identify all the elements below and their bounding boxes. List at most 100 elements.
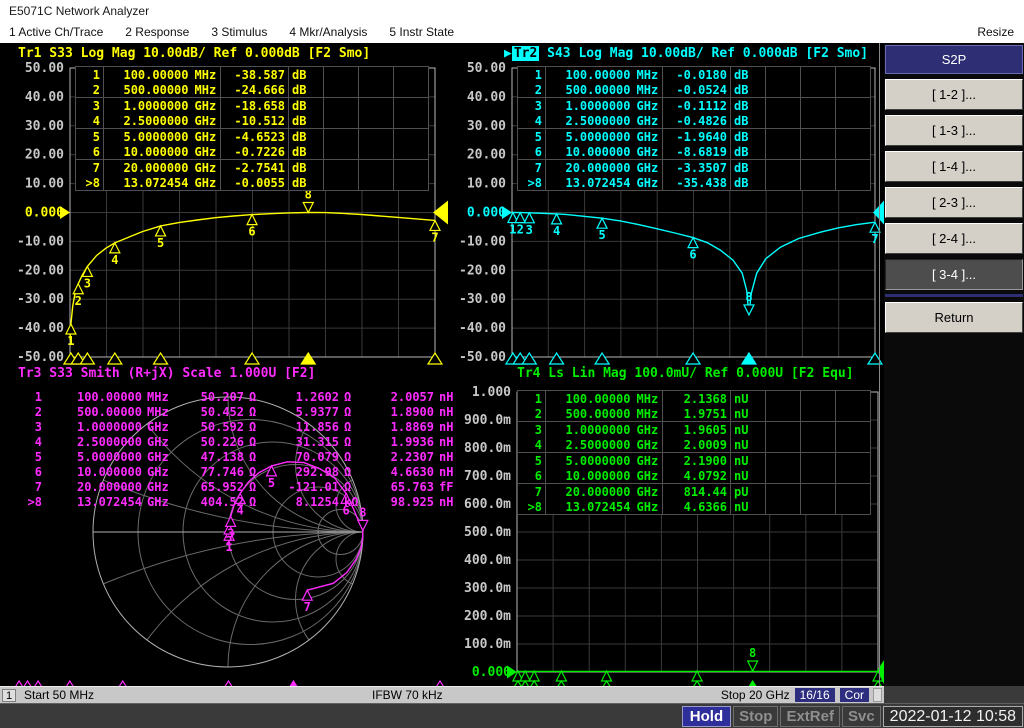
marker-8-glyph xyxy=(744,305,754,315)
softkey-button-2-4[interactable]: [ 2-4 ]... xyxy=(885,223,1023,254)
channel-number-box: 1 xyxy=(2,689,16,702)
instrument-status-bar: Hold Stop ExtRef Svc 2022-01-12 10:58 xyxy=(0,703,1024,728)
stimulus-marker-6 xyxy=(686,353,700,364)
stimulus-marker-8 xyxy=(742,353,756,364)
extref-indicator[interactable]: ExtRef xyxy=(780,706,840,727)
y-axis-tick: 400.0m xyxy=(464,553,511,568)
marker-7-label: 7 xyxy=(431,230,438,244)
marker-table-row: 2500.00000MHz1.9751nU xyxy=(518,406,871,422)
marker-8-glyph xyxy=(358,520,368,530)
y-axis-tick: -20.00 xyxy=(459,263,506,278)
y-axis-tick: -40.00 xyxy=(17,321,64,336)
tr4-marker-table: 1100.00000MHz2.1368nU2500.00000MHz1.9751… xyxy=(517,390,871,515)
status-end-box xyxy=(873,688,882,702)
marker-1-label: 1 xyxy=(67,334,74,348)
sidebar-splitter xyxy=(879,43,880,686)
y-axis-tick: 20.00 xyxy=(467,148,506,163)
marker-table-row: 55.0000000GHz-4.6523dB xyxy=(76,129,429,145)
marker-table-row: 1100.00000MHz-0.0180dB xyxy=(518,67,871,83)
tr4-title[interactable]: Tr4 Ls Lin Mag 100.0mU/ Ref 0.000U [F2 E… xyxy=(517,366,854,381)
softkey-button-1-2[interactable]: [ 1-2 ]... xyxy=(885,79,1023,110)
y-axis-tick: 100.0m xyxy=(464,637,511,652)
marker-5-label: 5 xyxy=(598,228,605,242)
status-right-group: Stop 20 GHz 16/16 Cor xyxy=(721,688,884,702)
menu-item-3[interactable]: 3 Stimulus xyxy=(211,25,267,39)
softkey-button-3-4[interactable]: [ 3-4 ]... xyxy=(885,259,1023,290)
y-axis-tick: 600.0m xyxy=(464,497,511,512)
marker-1-label: 1 xyxy=(509,223,516,237)
menu-items: 1 Active Ch/Trace 2 Response 3 Stimulus 4 M… xyxy=(0,25,454,39)
marker-table-row: 2500.00000MHz-24.666dB xyxy=(76,82,429,98)
tr1-title[interactable]: Tr1 S33 Log Mag 10.00dB/ Ref 0.000dB [F2… xyxy=(18,46,370,61)
y-axis-tick: -20.00 xyxy=(17,263,64,278)
stop-indicator[interactable]: Stop xyxy=(733,706,778,727)
softkey-menu-title: S2P xyxy=(885,45,1023,74)
menu-item-5[interactable]: 5 Instr State xyxy=(389,25,454,39)
svc-indicator[interactable]: Svc xyxy=(842,706,881,727)
y-axis-tick: 30.00 xyxy=(467,119,506,134)
tr2-marker-table: 1100.00000MHz-0.0180dB2500.00000MHz-0.05… xyxy=(517,66,871,191)
y-axis-tick: 0.000 xyxy=(472,665,511,680)
marker-7-label: 7 xyxy=(304,600,311,614)
tr3-title[interactable]: Tr3 S33 Smith (R+jX) Scale 1.000U [F2] xyxy=(18,366,315,381)
marker-table-row: 42.5000000GHz50.226Ω31.315Ω1.9936nH xyxy=(18,435,467,450)
marker-table-row: 610.000000GHz77.746Ω292.98Ω4.6630nH xyxy=(18,465,467,480)
marker-table-row: 42.5000000GHz2.0009nU xyxy=(518,437,871,453)
marker-3-label: 3 xyxy=(526,223,533,237)
softkey-button-2-3[interactable]: [ 2-3 ]... xyxy=(885,187,1023,218)
stop-frequency-label: Stop 20 GHz xyxy=(721,688,790,702)
y-axis-tick: -30.00 xyxy=(459,292,506,307)
active-trace-arrow-icon: ▶ xyxy=(504,46,512,61)
ref-level-arrow-left xyxy=(60,206,70,219)
marker-7-glyph xyxy=(430,220,440,230)
y-axis-tick: 10.00 xyxy=(25,177,64,192)
marker-6-label: 6 xyxy=(248,225,255,239)
marker-7-glyph xyxy=(302,590,312,600)
y-axis-tick: 900.0m xyxy=(464,413,511,428)
marker-table-row: >813.072454GHz404.52Ω8.1254kΩ98.925nH xyxy=(18,495,467,510)
tr2-title[interactable]: ▶Tr2 S43 Log Mag 10.00dB/ Ref 0.000dB [F… xyxy=(504,46,868,61)
marker-5-label: 5 xyxy=(157,236,164,250)
stimulus-marker-3 xyxy=(80,353,94,364)
start-frequency-label: Start 50 MHz xyxy=(24,688,94,702)
marker-2-label: 2 xyxy=(75,294,82,308)
stimulus-marker-4 xyxy=(550,353,564,364)
softkey-button-1-4[interactable]: [ 1-4 ]... xyxy=(885,151,1023,182)
stimulus-marker-5 xyxy=(154,353,168,364)
softkey-return-button[interactable]: Return xyxy=(885,302,1023,333)
marker-table-row: 55.0000000GHz-1.9640dB xyxy=(518,129,871,145)
softkey-button-1-3[interactable]: [ 1-3 ]... xyxy=(885,115,1023,146)
hold-indicator[interactable]: Hold xyxy=(682,706,731,727)
marker-table-row: 720.000000GHz814.44pU xyxy=(518,484,871,500)
marker-8-label: 8 xyxy=(745,290,752,304)
status-bar: 1 Start 50 MHz IFBW 70 kHz Stop 20 GHz 1… xyxy=(0,686,884,703)
y-axis-tick: 500.0m xyxy=(464,525,511,540)
stimulus-marker-8 xyxy=(301,353,315,364)
marker-table-row: >813.072454GHz4.6366nU xyxy=(518,499,871,515)
marker-2-glyph xyxy=(515,213,525,223)
tr1-marker-table: 1100.00000MHz-38.587dB2500.00000MHz-24.6… xyxy=(75,66,429,191)
menu-item-4[interactable]: 4 Mkr/Analysis xyxy=(289,25,367,39)
marker-8-glyph xyxy=(303,203,313,213)
marker-table-row: >813.072454GHz-0.0055dB xyxy=(76,175,429,191)
marker-4-glyph xyxy=(552,214,562,224)
correction-badge: Cor xyxy=(840,688,869,702)
marker-table-row: 31.0000000GHz-18.658dB xyxy=(76,98,429,114)
marker-table-row: 1100.00000MHz-38.587dB xyxy=(76,67,429,83)
marker-8-label: 8 xyxy=(749,646,756,660)
marker-8-glyph xyxy=(748,661,758,671)
resize-button[interactable]: Resize xyxy=(977,25,1014,39)
y-axis-tick: 40.00 xyxy=(25,90,64,105)
softkey-divider xyxy=(885,294,1023,297)
y-axis-tick: -40.00 xyxy=(459,321,506,336)
marker-1-glyph xyxy=(66,324,76,334)
marker-table-row: 610.000000GHz-8.6819dB xyxy=(518,144,871,160)
trace-name-highlight: Tr2 xyxy=(512,46,539,61)
sweep-points-badge: 16/16 xyxy=(795,688,835,702)
y-axis-tick: 50.00 xyxy=(467,61,506,76)
menu-item-1[interactable]: 1 Active Ch/Trace xyxy=(9,25,103,39)
y-axis-tick: 700.0m xyxy=(464,469,511,484)
stimulus-marker-4 xyxy=(108,353,122,364)
marker-7-label: 7 xyxy=(871,232,878,246)
menu-item-2[interactable]: 2 Response xyxy=(125,25,189,39)
